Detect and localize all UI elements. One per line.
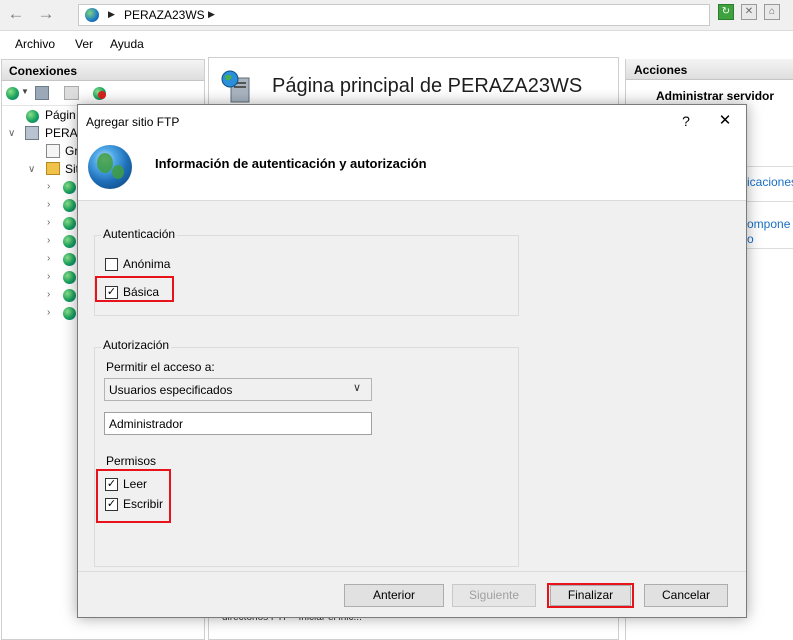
server-globe-icon: [85, 8, 99, 22]
action-link-more[interactable]: o: [747, 232, 754, 246]
stop-icon[interactable]: ✕: [741, 4, 757, 20]
expand-chevron-icon[interactable]: ›: [47, 235, 50, 246]
previous-button[interactable]: Anterior: [344, 584, 444, 607]
access-label: Permitir el acceso a:: [106, 360, 215, 374]
dialog-title: Agregar sitio FTP: [86, 115, 180, 129]
write-label[interactable]: Escribir: [123, 497, 163, 511]
dialog-heading: Información de autenticación y autorizac…: [155, 156, 427, 171]
up-folder-icon[interactable]: [64, 86, 79, 100]
menu-bar: Archivo Ver Ayuda: [0, 33, 793, 55]
access-select-value[interactable]: Usuarios especificados: [109, 383, 232, 397]
home-icon[interactable]: ⌂: [764, 4, 780, 20]
connect-globe-icon[interactable]: [6, 87, 19, 100]
address-bar: ← → ▶ PERAZA23WS ▶ ↻ ✕ ⌂: [0, 0, 793, 31]
app-pools-icon: [46, 144, 60, 158]
dialog-footer: Anterior Siguiente Finalizar Cancelar: [78, 571, 746, 617]
address-path[interactable]: PERAZA23WS: [124, 8, 205, 22]
address-field[interactable]: ▶ PERAZA23WS ▶: [78, 4, 710, 26]
forward-arrow-icon[interactable]: →: [34, 3, 58, 27]
finish-button[interactable]: Finalizar: [550, 585, 631, 606]
menu-ver[interactable]: Ver: [75, 37, 93, 51]
refresh-icon[interactable]: ↻: [718, 4, 734, 20]
read-checkbox[interactable]: ✓: [105, 478, 118, 491]
expand-chevron-icon[interactable]: ›: [47, 253, 50, 264]
action-link-components[interactable]: ompone: [747, 217, 790, 231]
cancel-button[interactable]: Cancelar: [644, 584, 728, 607]
authentication-label: Autenticación: [101, 227, 178, 241]
expand-chevron-icon[interactable]: ›: [47, 289, 50, 300]
dropdown-caret-icon[interactable]: ▼: [21, 87, 29, 96]
menu-ayuda[interactable]: Ayuda: [110, 37, 144, 51]
permissions-label: Permisos: [106, 454, 157, 468]
expand-chevron-icon[interactable]: ›: [47, 199, 50, 210]
anonymous-label[interactable]: Anónima: [123, 257, 170, 271]
access-select[interactable]: Usuarios especificados ∨: [104, 378, 372, 401]
site-globe-icon[interactable]: [63, 235, 76, 248]
expand-chevron-icon[interactable]: ›: [47, 217, 50, 228]
globe-land-shape: [112, 165, 124, 179]
basic-checkbox[interactable]: ✓: [105, 286, 118, 299]
action-link-applications[interactable]: icaciones: [747, 175, 793, 189]
site-globe-icon[interactable]: [63, 217, 76, 230]
page-title: Página principal de PERAZA23WS: [272, 75, 583, 97]
site-globe-icon[interactable]: [63, 199, 76, 212]
authorization-label: Autorización: [101, 338, 172, 352]
site-globe-icon[interactable]: [63, 253, 76, 266]
expand-chevron-icon[interactable]: ›: [47, 181, 50, 192]
chevron-down-icon[interactable]: ∨: [353, 381, 361, 394]
connections-title: Conexiones: [9, 64, 78, 78]
help-button[interactable]: ?: [676, 111, 696, 131]
site-globe-icon[interactable]: [63, 289, 76, 302]
menu-archivo[interactable]: Archivo: [15, 37, 55, 51]
expand-chevron-icon[interactable]: ›: [47, 271, 50, 282]
back-arrow-icon[interactable]: ←: [4, 3, 28, 27]
connections-toolbar: ▼: [2, 82, 204, 106]
server-icon: [221, 70, 250, 103]
collapse-chevron-icon[interactable]: ∨: [8, 128, 15, 139]
basic-label[interactable]: Básica: [123, 285, 159, 299]
breadcrumb-arrow-icon: ▶: [108, 9, 115, 19]
add-ftp-site-dialog: Agregar sitio FTP ? ✕ Información de aut…: [77, 104, 747, 618]
site-globe-icon[interactable]: [63, 271, 76, 284]
site-globe-icon[interactable]: [63, 181, 76, 194]
anonymous-checkbox[interactable]: [105, 258, 118, 271]
tree-item-start-page[interactable]: Págin: [45, 108, 76, 122]
disconnect-badge-icon: [98, 91, 106, 99]
user-input[interactable]: [104, 412, 372, 435]
read-label[interactable]: Leer: [123, 477, 147, 491]
actions-subtitle: Administrar servidor: [656, 89, 775, 103]
breadcrumb-arrow-icon[interactable]: ▶: [208, 9, 215, 20]
close-button[interactable]: ✕: [713, 111, 737, 131]
sites-folder-icon: [46, 162, 60, 175]
write-checkbox[interactable]: ✓: [105, 498, 118, 511]
start-page-icon: [26, 110, 39, 123]
server-icon: [25, 126, 39, 140]
globe-land-shape: [97, 153, 113, 173]
save-icon[interactable]: [35, 86, 49, 100]
site-globe-icon[interactable]: [63, 307, 76, 320]
actions-title: Acciones: [634, 63, 688, 77]
actions-header: Acciones: [626, 59, 793, 80]
collapse-chevron-icon[interactable]: ∨: [28, 164, 35, 175]
expand-chevron-icon[interactable]: ›: [47, 307, 50, 318]
next-button[interactable]: Siguiente: [452, 584, 536, 607]
globe-icon: [88, 145, 132, 189]
connections-header: Conexiones: [2, 60, 204, 81]
